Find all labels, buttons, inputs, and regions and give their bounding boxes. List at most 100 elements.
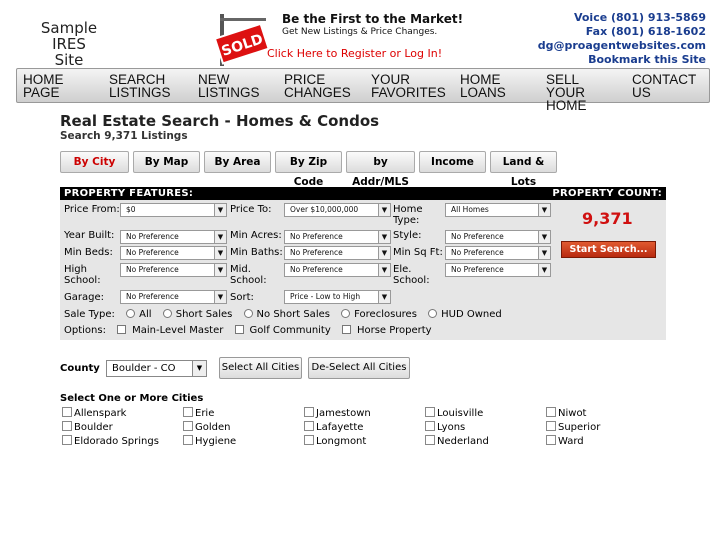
city-option[interactable]: Lyons — [425, 421, 465, 434]
select-all-cities-button[interactable]: Select All Cities — [219, 357, 302, 379]
city-checkbox[interactable] — [183, 421, 193, 431]
style-select[interactable]: No Preference ▼ — [445, 230, 551, 244]
year-built-label: Year Built: — [64, 230, 115, 241]
tab-by-zip-code[interactable]: By Zip Code — [275, 151, 342, 188]
city-checkbox[interactable] — [62, 421, 72, 431]
sale-type-label: Sale Type: — [64, 309, 115, 320]
sale-type-row: Sale Type: All Short Sales No Short Sale… — [64, 309, 502, 320]
city-option[interactable]: Erie — [183, 407, 214, 420]
garage-select[interactable]: No Preference ▼ — [120, 290, 227, 304]
golf-community-checkbox[interactable] — [234, 325, 244, 334]
city-checkbox[interactable] — [546, 407, 556, 417]
tab-by-area[interactable]: By Area — [204, 151, 271, 173]
select-value: No Preference — [451, 232, 504, 241]
contact-info: Voice (801) 913-5869 Fax (801) 618-1602 … — [538, 11, 706, 67]
deselect-all-cities-button[interactable]: De-Select All Cities — [308, 357, 410, 379]
site-logo[interactable]: Sample IRES Site — [38, 20, 100, 68]
city-option[interactable]: Superior — [546, 421, 600, 434]
tab-by-map[interactable]: By Map — [133, 151, 200, 173]
price-to-select[interactable]: Over $10,000,000 ▼ — [284, 203, 391, 217]
property-features-panel: PROPERTY FEATURES: PROPERTY COUNT: Price… — [60, 187, 666, 340]
select-value: No Preference — [451, 265, 504, 274]
min-acres-label: Min Acres: — [230, 230, 282, 241]
property-count-value: 9,371 — [582, 209, 633, 228]
nav-contact-us[interactable]: CONTACT US — [626, 69, 709, 102]
city-checkbox[interactable] — [183, 407, 193, 417]
sale-type-foreclosures-radio[interactable] — [341, 309, 351, 318]
horse-property-checkbox[interactable] — [341, 325, 351, 334]
price-from-select[interactable]: $0 ▼ — [120, 203, 227, 217]
nav-your-favorites[interactable]: YOUR FAVORITES — [365, 69, 454, 102]
min-baths-select[interactable]: No Preference ▼ — [284, 246, 391, 260]
select-value: No Preference — [451, 248, 504, 257]
nav-label: LISTINGS — [198, 85, 260, 100]
high-school-select[interactable]: No Preference ▼ — [120, 263, 227, 277]
city-checkbox[interactable] — [62, 407, 72, 417]
listing-count-subtitle: Search 9,371 Listings — [60, 130, 188, 142]
city-checkbox[interactable] — [183, 435, 193, 445]
sale-type-no-short-sales-radio[interactable] — [243, 309, 253, 318]
city-option[interactable]: Golden — [183, 421, 230, 434]
city-option[interactable]: Eldorado Springs — [62, 435, 159, 448]
city-checkbox[interactable] — [546, 421, 556, 431]
tab-by-addr-mls[interactable]: by Addr/MLS — [346, 151, 415, 188]
city-checkbox[interactable] — [425, 435, 435, 445]
options-row: Options: Main-Level Master Golf Communit… — [64, 325, 432, 336]
city-checkbox[interactable] — [304, 435, 314, 445]
min-beds-select[interactable]: No Preference ▼ — [120, 246, 227, 260]
register-login-link[interactable]: Click Here to Register or Log In! — [267, 47, 442, 60]
tab-by-city[interactable]: By City — [60, 151, 129, 173]
ele-school-select[interactable]: No Preference ▼ — [445, 263, 551, 277]
select-value: No Preference — [126, 292, 179, 301]
min-acres-select[interactable]: No Preference ▼ — [284, 230, 391, 244]
start-search-button[interactable]: Start Search... — [561, 241, 656, 258]
city-option[interactable]: Jamestown — [304, 407, 371, 420]
city-option[interactable]: Longmont — [304, 435, 366, 448]
city-checkbox[interactable] — [62, 435, 72, 445]
city-label: Lyons — [437, 422, 466, 433]
city-option[interactable]: Nederland — [425, 435, 489, 448]
county-select[interactable]: Boulder - CO ▼ — [106, 360, 207, 377]
sale-type-all-radio[interactable] — [126, 309, 136, 318]
main-level-master-checkbox[interactable] — [117, 325, 127, 334]
nav-home-page[interactable]: HOME PAGE — [17, 69, 103, 102]
mid-school-select[interactable]: No Preference ▼ — [284, 263, 391, 277]
tab-income[interactable]: Income — [419, 151, 486, 173]
nav-home-loans[interactable]: HOME LOANS — [454, 69, 540, 102]
city-label: Erie — [195, 408, 215, 419]
nav-price-changes[interactable]: PRICE CHANGES — [278, 69, 365, 102]
sale-type-hud-owned-radio[interactable] — [428, 309, 438, 318]
year-built-select[interactable]: No Preference ▼ — [120, 230, 227, 244]
nav-label: LISTINGS — [109, 85, 171, 100]
nav-new-listings[interactable]: NEW LISTINGS — [192, 69, 278, 102]
chevron-down-icon: ▼ — [538, 264, 550, 276]
email-link[interactable]: dg@proagentwebsites.com — [538, 39, 706, 53]
nav-sell-your-home[interactable]: SELL YOUR HOME — [540, 69, 626, 113]
city-checkbox[interactable] — [304, 421, 314, 431]
city-option[interactable]: Lafayette — [304, 421, 363, 434]
radio-label: All — [139, 309, 152, 320]
sort-select[interactable]: Price - Low to High ▼ — [284, 290, 391, 304]
city-option[interactable]: Hygiene — [183, 435, 236, 448]
city-option[interactable]: Niwot — [546, 407, 586, 420]
min-sqft-select[interactable]: No Preference ▼ — [445, 246, 551, 260]
city-checkbox[interactable] — [304, 407, 314, 417]
city-option[interactable]: Louisville — [425, 407, 483, 420]
city-checkbox[interactable] — [546, 435, 556, 445]
home-type-select[interactable]: All Homes ▼ — [445, 203, 551, 217]
nav-search-listings[interactable]: SEARCH LISTINGS — [103, 69, 192, 102]
city-option[interactable]: Boulder — [62, 421, 113, 434]
city-option[interactable]: Ward — [546, 435, 584, 448]
city-option[interactable]: Allenspark — [62, 407, 126, 420]
city-checkbox[interactable] — [425, 421, 435, 431]
city-label: Allenspark — [74, 408, 127, 419]
city-label: Ward — [558, 436, 584, 447]
tab-land-lots[interactable]: Land & Lots — [490, 151, 557, 188]
register-promo-banner[interactable]: SOLD Be the First to the Market! Get New… — [212, 10, 463, 66]
bookmark-link[interactable]: Bookmark this Site — [538, 53, 706, 67]
ele-school-label: Ele. School: — [393, 264, 430, 286]
sale-type-short-sales-radio[interactable] — [162, 309, 172, 318]
city-checkbox[interactable] — [425, 407, 435, 417]
chevron-down-icon: ▼ — [192, 361, 206, 376]
chevron-down-icon: ▼ — [214, 247, 226, 259]
